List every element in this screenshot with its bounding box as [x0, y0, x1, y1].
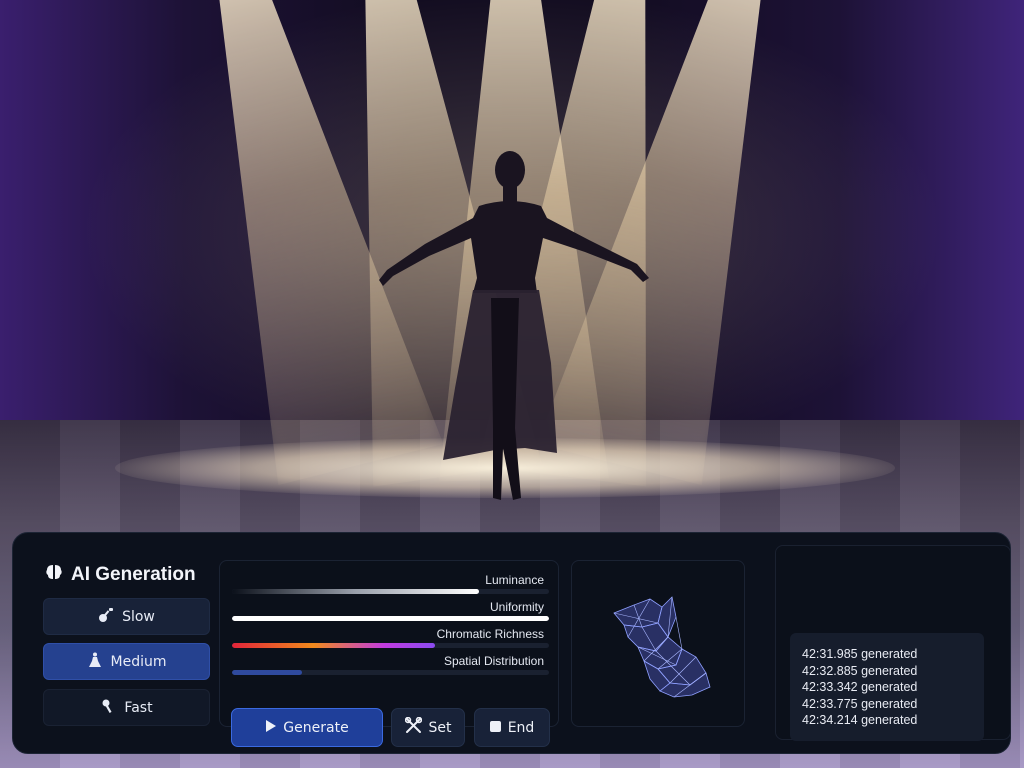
- panel-title-text: AI Generation: [71, 564, 196, 585]
- metrics-card: Luminance Uniformity Chromatic Richness …: [219, 560, 559, 747]
- visualization-card: [571, 560, 745, 727]
- brain-icon: [45, 563, 63, 587]
- log-entry: 42:33.775 generated: [802, 696, 918, 711]
- set-button[interactable]: Set: [391, 708, 465, 747]
- log-entry: 42:32.885 generated: [802, 663, 918, 678]
- guitar-icon: [98, 607, 114, 627]
- metric-luminance-fill: [232, 589, 480, 594]
- metric-chromatic-label: Chromatic Richness: [436, 627, 544, 641]
- metric-uniformity-bar: [232, 616, 549, 621]
- speed-medium-button[interactable]: Medium: [43, 643, 210, 680]
- tools-icon: [404, 716, 422, 738]
- log-entry: 42:34.214 generated: [802, 713, 918, 728]
- dancer-icon: [87, 652, 103, 672]
- metric-uniformity-fill: [232, 616, 549, 621]
- speed-slow-label: Slow: [122, 608, 155, 625]
- end-button[interactable]: End: [474, 708, 550, 747]
- metric-spatial-fill: [232, 670, 302, 675]
- generate-label: Generate: [283, 719, 349, 736]
- speed-fast-label: Fast: [124, 699, 153, 716]
- speed-slow-button[interactable]: Slow: [43, 598, 210, 635]
- metric-spatial-label: Spatial Distribution: [443, 654, 544, 668]
- mesh-visualization: [613, 596, 711, 698]
- panel-title: AI Generation: [45, 563, 196, 587]
- log-card: 42:31.985 generated 42:32.885 generated …: [775, 545, 1011, 741]
- play-icon: [265, 719, 277, 736]
- metric-luminance-bar: [232, 589, 549, 594]
- speed-medium-label: Medium: [110, 653, 167, 670]
- metric-spatial-bar: [232, 670, 549, 675]
- log-entry: 42:31.985 generated: [802, 647, 918, 661]
- set-label: Set: [428, 719, 452, 736]
- log-entry: 42:33.342 generated: [802, 680, 918, 695]
- end-label: End: [507, 719, 535, 736]
- control-panel: AI Generation Slow Medium Fast Luminance…: [12, 532, 1011, 754]
- speed-fast-button[interactable]: Fast: [43, 689, 210, 726]
- generate-button[interactable]: Generate: [231, 708, 383, 747]
- metric-chromatic-bar: [232, 643, 549, 648]
- speed-card: AI Generation Slow Medium Fast: [31, 545, 217, 739]
- microphone-icon: [100, 698, 116, 718]
- metric-luminance-label: Luminance: [485, 573, 544, 587]
- metric-chromatic-fill: [232, 643, 435, 648]
- dancer-silhouette: [379, 151, 649, 500]
- stop-icon: [489, 720, 501, 736]
- generation-log: 42:31.985 generated 42:32.885 generated …: [790, 633, 984, 741]
- metric-uniformity-label: Uniformity: [489, 600, 544, 614]
